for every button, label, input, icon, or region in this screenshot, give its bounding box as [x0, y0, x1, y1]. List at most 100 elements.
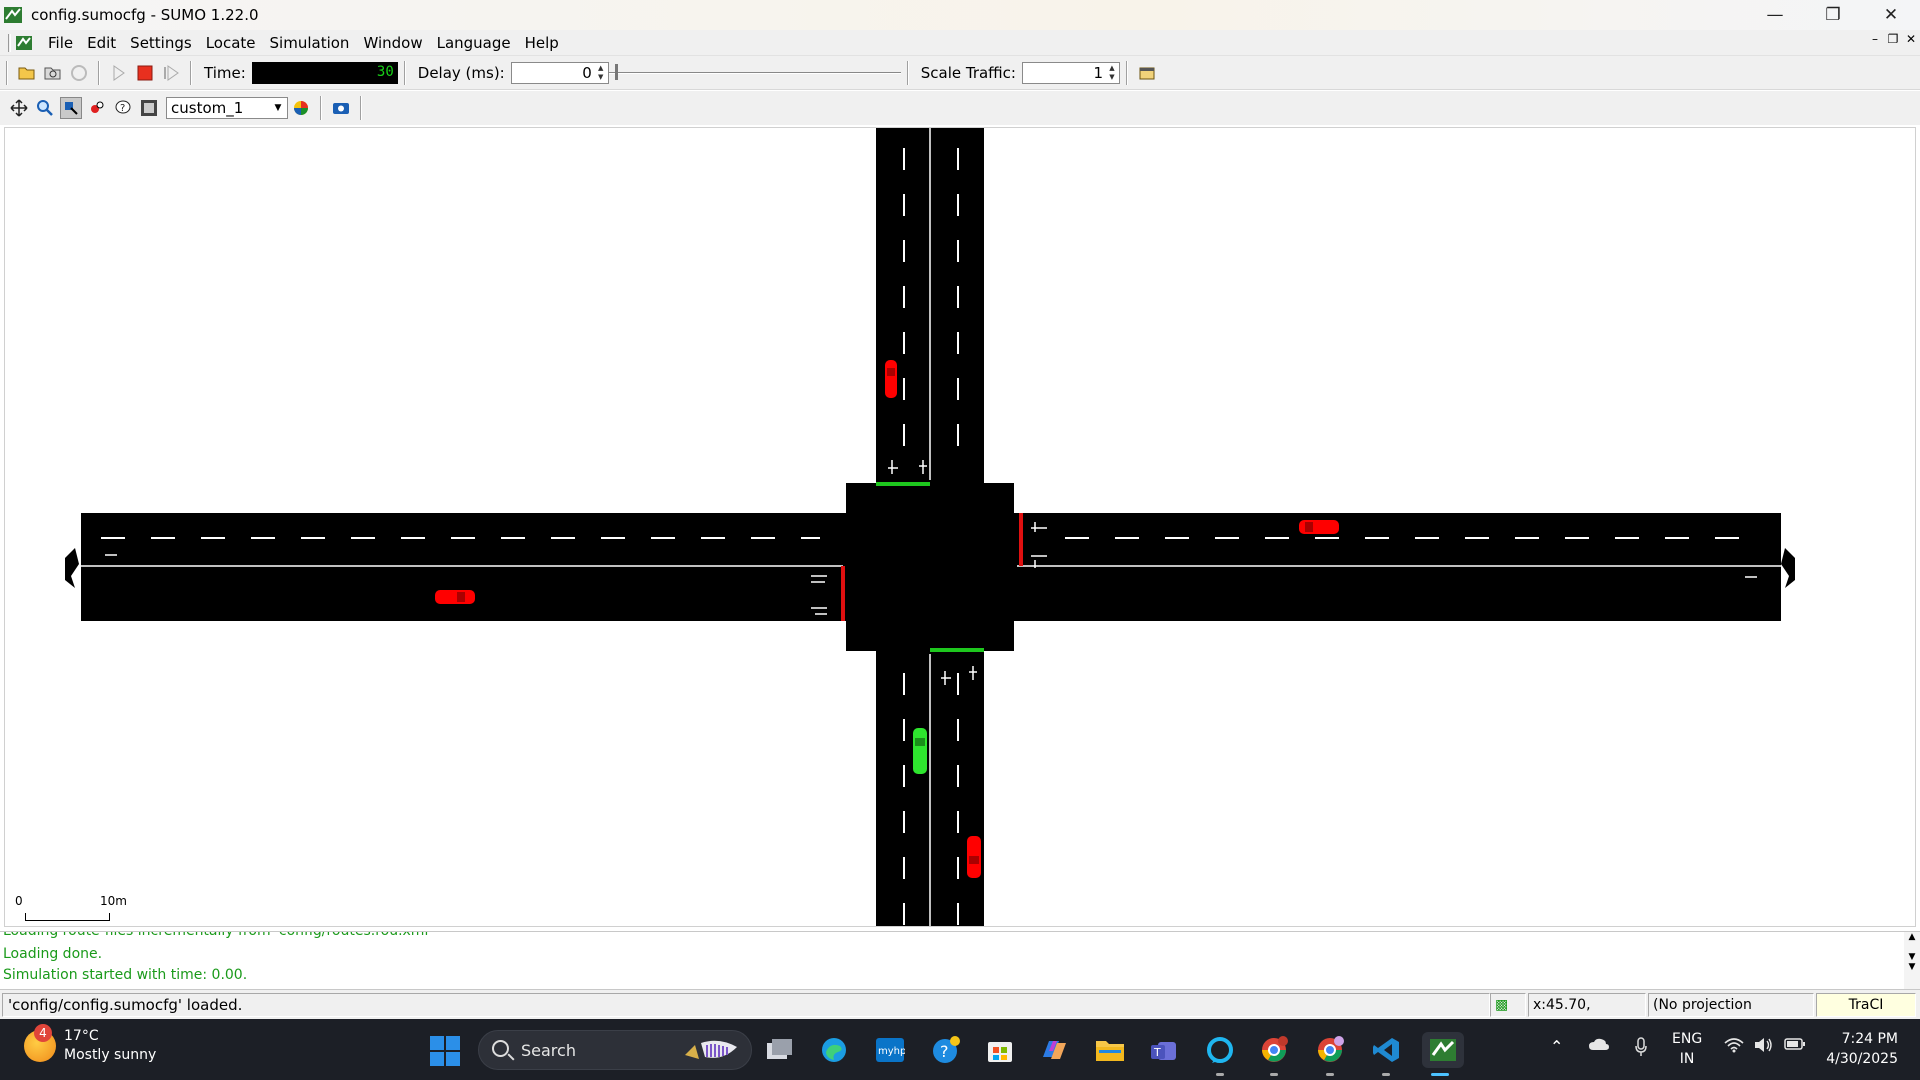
delay-slider-track — [608, 71, 901, 74]
clock-time: 7:24 PM — [1841, 1031, 1898, 1047]
locate-junction-icon[interactable] — [60, 97, 82, 119]
sun-icon: 4 — [24, 1024, 56, 1062]
simulation-toolbar: Time: 30 Delay (ms): 0 ▲ ▼ Scale Traffic:… — [0, 56, 1920, 90]
toolbar-separator — [360, 96, 362, 120]
sumo-taskbar-icon[interactable] — [1422, 1032, 1464, 1076]
delay-value: 0 — [582, 63, 592, 82]
chrome-profile-icon[interactable] — [1256, 1032, 1292, 1076]
open-folder-icon[interactable] — [16, 62, 38, 84]
toolbar-separator — [906, 60, 909, 85]
visualization-settings-icon[interactable] — [290, 97, 312, 119]
edit-viewport-icon[interactable] — [138, 97, 160, 119]
cursor-coordinates: x:45.70, y:151.43 — [1528, 993, 1646, 1035]
delay-slider[interactable] — [608, 62, 901, 84]
menu-window[interactable]: Window — [356, 34, 429, 52]
scale-traffic-spinner[interactable]: ▲ ▼ — [1106, 64, 1118, 82]
stop-icon[interactable] — [134, 62, 156, 84]
language-region: IN — [1679, 1051, 1695, 1067]
menu-simulation[interactable]: Simulation — [263, 34, 357, 52]
delay-spinner[interactable]: ▲ ▼ — [595, 64, 607, 82]
recenter-view-icon[interactable] — [8, 97, 30, 119]
step-icon[interactable] — [160, 62, 182, 84]
parameters-icon[interactable] — [1136, 62, 1158, 84]
menu-language[interactable]: Language — [430, 34, 518, 52]
chevron-down-icon[interactable]: ▼ — [271, 100, 285, 116]
time-digits: 30 — [376, 63, 394, 80]
time-label: Time: — [204, 63, 246, 82]
title-bar: config.sumocfg - SUMO 1.22.0 — ❐ ✕ — [0, 0, 1920, 30]
road-network[interactable] — [5, 128, 1916, 927]
close-button[interactable]: ✕ — [1862, 0, 1920, 30]
menu-edit[interactable]: Edit — [80, 34, 123, 52]
myhp-icon[interactable]: myhp — [872, 1032, 908, 1068]
menu-file[interactable]: File — [41, 34, 80, 52]
show-hidden-icons-icon[interactable]: ⌃ — [1550, 1037, 1563, 1056]
car-icon: ▩ — [1495, 997, 1509, 1013]
help-icon[interactable]: ? — [928, 1032, 964, 1068]
toolbar-separator — [98, 60, 100, 85]
vehicle[interactable] — [967, 836, 981, 878]
menubar-grip[interactable] — [8, 33, 11, 52]
edge-browser-icon[interactable] — [816, 1032, 852, 1068]
junction — [846, 483, 1014, 651]
microsoft-store-icon[interactable] — [982, 1032, 1018, 1068]
weather-widget[interactable]: 4 17°C Mostly sunny — [24, 1024, 156, 1065]
weather-temperature: 17°C — [64, 1028, 99, 1044]
locate-vehicle-icon[interactable] — [86, 97, 108, 119]
close-simulation-icon[interactable] — [68, 62, 90, 84]
alexa-icon[interactable] — [1202, 1032, 1238, 1076]
mdi-minimize-button[interactable]: – — [1868, 32, 1882, 46]
reload-icon[interactable] — [42, 62, 64, 84]
run-icon[interactable] — [108, 62, 130, 84]
window-title: config.sumocfg - SUMO 1.22.0 — [31, 6, 259, 24]
scale-bar — [25, 913, 110, 921]
delay-input[interactable]: 0 ▲ ▼ — [510, 61, 609, 84]
vehicle[interactable] — [913, 728, 927, 774]
screenshot-icon[interactable] — [330, 97, 352, 119]
vehicle[interactable] — [435, 590, 475, 604]
zoom-icon[interactable] — [34, 97, 56, 119]
message-window[interactable]: Loading route-files incrementally from '… — [0, 931, 1920, 989]
delay-slider-thumb[interactable] — [614, 63, 618, 80]
task-view-icon[interactable] — [762, 1032, 798, 1068]
tooltip-icon[interactable]: ? — [112, 97, 134, 119]
message-line: Simulation started with time: 0.00. — [3, 967, 248, 983]
mdi-close-button[interactable]: ✕ — [1904, 32, 1918, 46]
restore-button[interactable]: ❐ — [1804, 0, 1862, 30]
delay-label: Delay (ms): — [417, 63, 505, 82]
system-clock[interactable]: 7:24 PM 4/30/2025 — [1826, 1029, 1898, 1069]
language-indicator[interactable]: ENG IN — [1672, 1029, 1702, 1069]
vscode-icon[interactable] — [1368, 1032, 1404, 1076]
svg-text:myhp: myhp — [878, 1046, 905, 1057]
wifi-icon[interactable] — [1724, 1037, 1744, 1057]
menu-settings[interactable]: Settings — [123, 34, 199, 52]
teams-icon[interactable]: T — [1146, 1032, 1182, 1068]
file-explorer-icon[interactable] — [1092, 1032, 1128, 1068]
time-display: 30 — [251, 61, 398, 84]
minimize-button[interactable]: — — [1746, 0, 1804, 30]
menu-help[interactable]: Help — [518, 34, 566, 52]
volume-icon[interactable] — [1754, 1037, 1774, 1057]
svg-text:?: ? — [940, 1042, 949, 1061]
microphone-icon[interactable] — [1634, 1037, 1648, 1061]
windows-start-icon[interactable] — [430, 1036, 460, 1066]
mdi-restore-button[interactable]: ❐ — [1886, 32, 1900, 46]
onedrive-icon[interactable] — [1588, 1037, 1610, 1055]
copilot-icon[interactable] — [1036, 1032, 1072, 1068]
scale-traffic-input[interactable]: 1 ▲ ▼ — [1021, 61, 1120, 84]
message-scrollbar[interactable]: ▲ ▼ ▼ — [1904, 932, 1920, 989]
menu-locate[interactable]: Locate — [199, 34, 263, 52]
chrome-icon[interactable] — [1312, 1032, 1348, 1076]
clock-date: 4/30/2025 — [1826, 1051, 1898, 1067]
vehicle[interactable] — [885, 360, 897, 398]
sumo-mdi-icon[interactable] — [15, 34, 33, 52]
svg-text:T: T — [1153, 1046, 1161, 1059]
view-toolbar: ? custom_1 ▼ — [0, 91, 1920, 125]
battery-icon[interactable] — [1784, 1037, 1806, 1055]
projection-info: (No projection defined) — [1648, 993, 1814, 1035]
vehicle[interactable] — [1299, 520, 1339, 534]
color-scheme-select[interactable]: custom_1 ▼ — [166, 97, 288, 119]
simulation-canvas[interactable]: 0 10m — [4, 127, 1916, 927]
scale-traffic-value: 1 — [1093, 63, 1103, 82]
taskbar-search[interactable]: Search — [478, 1030, 752, 1070]
